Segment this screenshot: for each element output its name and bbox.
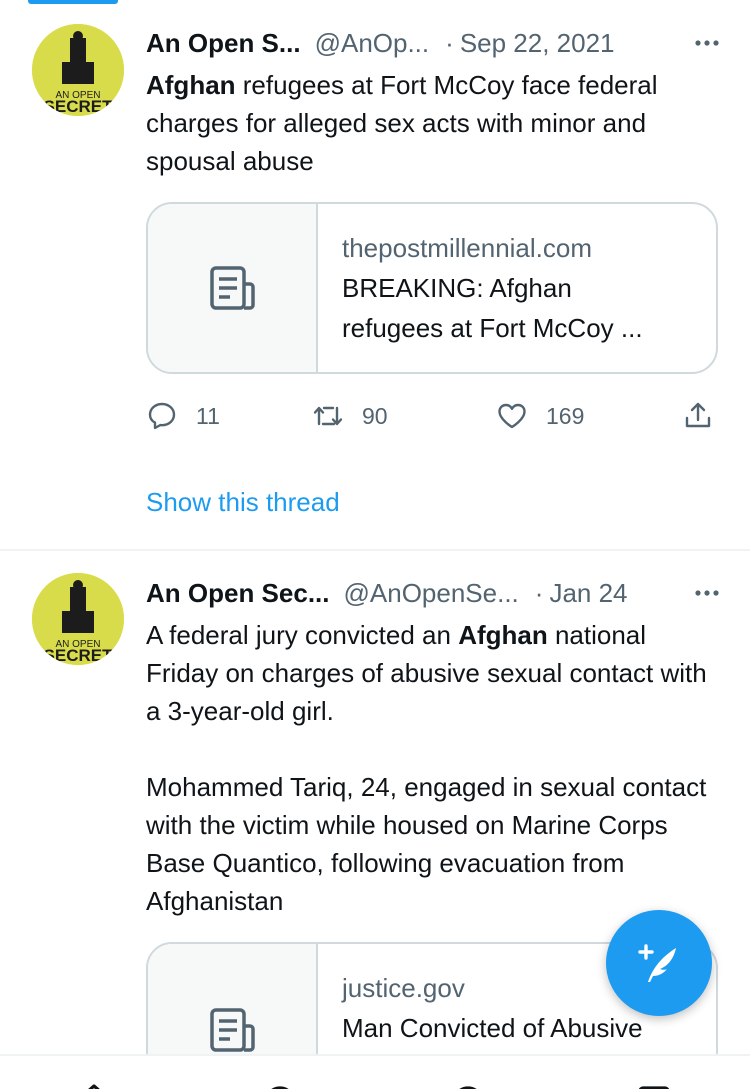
link-card[interactable]: thepostmillennial.com BREAKING: Afghan r… [146, 202, 718, 374]
like-count: 169 [546, 402, 585, 429]
tweet-date[interactable]: Sep 22, 2021 [460, 28, 615, 59]
card-title-line-1: BREAKING: Afghan [342, 273, 572, 303]
header-separator: · [534, 577, 544, 608]
notifications-icon[interactable] [632, 1080, 676, 1089]
tweet-text: A federal jury convicted an Afghan natio… [146, 616, 716, 920]
like-button[interactable]: 169 [496, 396, 584, 436]
card-domain: thepostmillennial.com [342, 233, 593, 263]
author-name[interactable]: An Open S... [146, 28, 301, 59]
reply-button[interactable]: 11 [146, 396, 220, 436]
tweet-text-body: national Friday on charges of abusive se… [146, 620, 707, 916]
author-handle[interactable]: @AnOp... [315, 28, 430, 59]
header-separator: · [445, 27, 454, 58]
share-button[interactable] [682, 396, 714, 436]
show-thread-link[interactable]: Show this thread [146, 487, 340, 518]
bottom-navigation [0, 1054, 750, 1089]
retweet-button[interactable]: 90 [312, 396, 388, 436]
tweet-actions: 11 90 169 [146, 396, 716, 436]
share-icon [685, 402, 711, 428]
explore-icon[interactable] [258, 1080, 302, 1089]
tweet-text-lead: A federal jury convicted an [146, 620, 459, 650]
more-dots-icon[interactable] [692, 577, 722, 607]
avatar[interactable]: AN OPEN SECRET [32, 573, 124, 665]
more-dots-icon[interactable] [692, 27, 722, 57]
avatar-logo-icon: AN OPEN SECRET [32, 573, 124, 665]
author-name[interactable]: An Open Sec... [146, 578, 330, 609]
avatar-text-bottom: SECRET [44, 646, 114, 665]
compose-tweet-icon [638, 944, 676, 982]
card-media [148, 204, 318, 372]
reply-count: 11 [196, 402, 220, 429]
home-icon[interactable] [72, 1080, 116, 1089]
card-title-line-2: refugees at Fort McCoy ... [342, 313, 643, 343]
avatar[interactable]: AN OPEN SECRET [32, 24, 124, 116]
tweet-text-keyword: Afghan [146, 70, 236, 100]
card-body: thepostmillennial.com BREAKING: Afghan r… [342, 228, 696, 348]
compose-tweet-button[interactable] [606, 910, 712, 1016]
heart-icon [498, 403, 526, 429]
tweet[interactable]: AN OPEN SECRET An Open S... @AnOp... · S… [0, 0, 750, 550]
tweet-header: An Open Sec... @AnOpenSe... · Jan 24 [146, 575, 726, 611]
article-icon [210, 266, 255, 310]
avatar-text-bottom: SECRET [44, 97, 114, 116]
retweet-icon [313, 406, 343, 426]
tweet-text-keyword: Afghan [458, 620, 548, 650]
tweet-text: Afghan refugees at Fort McCoy face feder… [146, 66, 716, 180]
spaces-icon[interactable] [446, 1080, 490, 1089]
author-handle[interactable]: @AnOpenSe... [344, 578, 519, 609]
avatar-logo-icon: AN OPEN SECRET [32, 24, 124, 116]
tweet-date[interactable]: Jan 24 [549, 578, 627, 609]
reply-icon [148, 402, 176, 430]
retweet-count: 90 [362, 402, 388, 429]
card-title-line-1: Man Convicted of Abusive [342, 1013, 643, 1043]
article-icon [210, 1008, 255, 1052]
tweet-header: An Open S... @AnOp... · Sep 22, 2021 [146, 25, 726, 61]
